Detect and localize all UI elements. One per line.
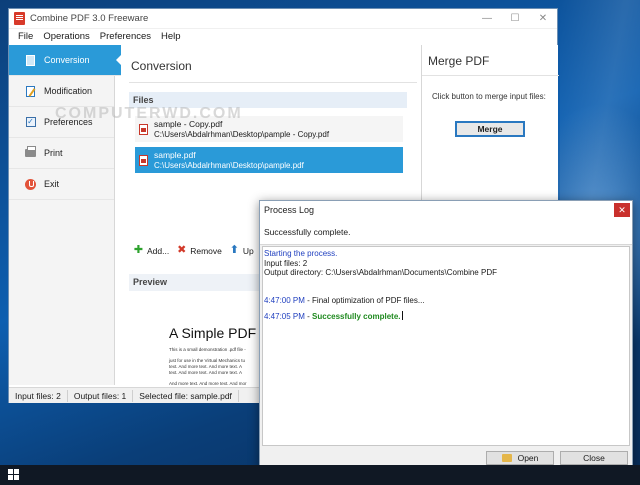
status-input-files: Input files: 2 [9,389,68,402]
file-path: C:\Users\Abdalrhman\Desktop\pample.pdf [154,160,304,170]
sidebar-item-label: Print [44,148,63,158]
log-line: Input files: 2 [264,258,308,268]
add-button[interactable]: ✚ Add... [133,245,169,256]
dialog-close-button[interactable]: ✕ [614,203,630,217]
dialog-title-bar: Process Log ✕ [260,201,632,219]
status-selected-file: Selected file: sample.pdf [133,389,239,402]
sidebar-item-label: Conversion [44,55,90,65]
menu-operations[interactable]: Operations [38,31,94,42]
dialog-close-action-button[interactable]: Close [560,451,628,465]
file-name: sample.pdf [154,149,196,160]
sidebar-item-label: Modification [44,86,93,96]
menu-bar: File Operations Preferences Help [9,29,557,44]
arrow-up-icon: ⬆ [229,244,239,256]
add-label: Add... [147,245,170,256]
windows-start-icon[interactable] [8,469,20,481]
sidebar: Conversion Modification ✓ Preferences Pr… [9,45,122,385]
title-bar: Combine PDF 3.0 Freeware — ☐ ✕ [9,9,557,29]
merge-hint: Click button to merge input files: [432,92,546,101]
printer-icon [25,146,36,159]
remove-x-icon: ✖ [177,244,187,256]
log-line: 4:47:00 PM - Final optimization of PDF f… [264,296,629,306]
dialog-title: Process Log [264,205,315,215]
divider [422,75,559,76]
open-label: Open [517,453,539,463]
file-list-item-selected[interactable]: sample.pdf C:\Users\Abdalrhman\Desktop\p… [135,147,403,174]
checkbox-icon: ✓ [25,117,36,127]
log-line: 4:47:05 PM - Successfully complete. [264,311,629,322]
merge-title: Merge PDF [428,54,490,68]
sidebar-item-print[interactable]: Print [9,138,114,169]
document-icon [25,54,36,66]
sidebar-item-conversion[interactable]: Conversion [9,45,122,76]
file-list: sample - Copy.pdf C:\Users\Abdalrhman\De… [135,116,403,174]
watermark: COMPUTERWD.COM [55,105,243,122]
log-line: Starting the process. [264,249,338,258]
log-message: - Final optimization of PDF files... [304,295,425,305]
file-toolbar: ✚ Add... ✖ Remove ⬆ Up [133,245,261,256]
log-output[interactable]: Starting the process. Input files: 2 Out… [262,246,630,446]
log-status-message: Successfully complete. [260,219,632,245]
menu-file[interactable]: File [13,31,38,42]
pdf-file-icon [139,123,148,135]
process-log-dialog: Process Log ✕ Successfully complete. Sta… [259,200,633,468]
status-output-files: Output files: 1 [68,389,134,402]
open-button[interactable]: Open [486,451,554,465]
divider [129,82,417,83]
section-title: Conversion [131,59,192,73]
menu-help[interactable]: Help [156,31,186,42]
up-button[interactable]: ⬆ Up [229,245,254,256]
plus-icon: ✚ [133,244,144,256]
file-path: C:\Users\Abdalrhman\Desktop\pample - Cop… [154,129,330,139]
text-caret [401,311,403,320]
sidebar-item-exit[interactable]: Exit [9,169,114,200]
log-success-message: Successfully complete. [312,312,401,321]
maximize-button[interactable]: ☐ [501,9,529,29]
menu-preferences[interactable]: Preferences [95,31,156,42]
preview-header: Preview [129,274,263,291]
sidebar-item-label: Exit [44,179,60,189]
sidebar-item-modification[interactable]: Modification [9,76,114,107]
pdf-file-icon [139,154,148,166]
log-line: Output directory: C:\Users\Abdalrhman\Do… [264,268,497,277]
up-label: Up [242,245,254,256]
power-icon [25,178,36,190]
app-pdf-icon [14,12,25,25]
close-button[interactable]: ✕ [529,9,557,29]
folder-icon [501,454,512,462]
window-title: Combine PDF 3.0 Freeware [30,13,149,24]
log-timestamp: 4:47:05 PM [264,312,305,321]
merge-button[interactable]: Merge [455,121,525,137]
edit-document-icon [25,85,36,97]
remove-button[interactable]: ✖ Remove [176,245,222,256]
remove-label: Remove [190,245,222,256]
log-timestamp: 4:47:00 PM [264,295,305,305]
taskbar [0,465,640,485]
log-separator: - [304,312,313,321]
minimize-button[interactable]: — [473,9,501,29]
